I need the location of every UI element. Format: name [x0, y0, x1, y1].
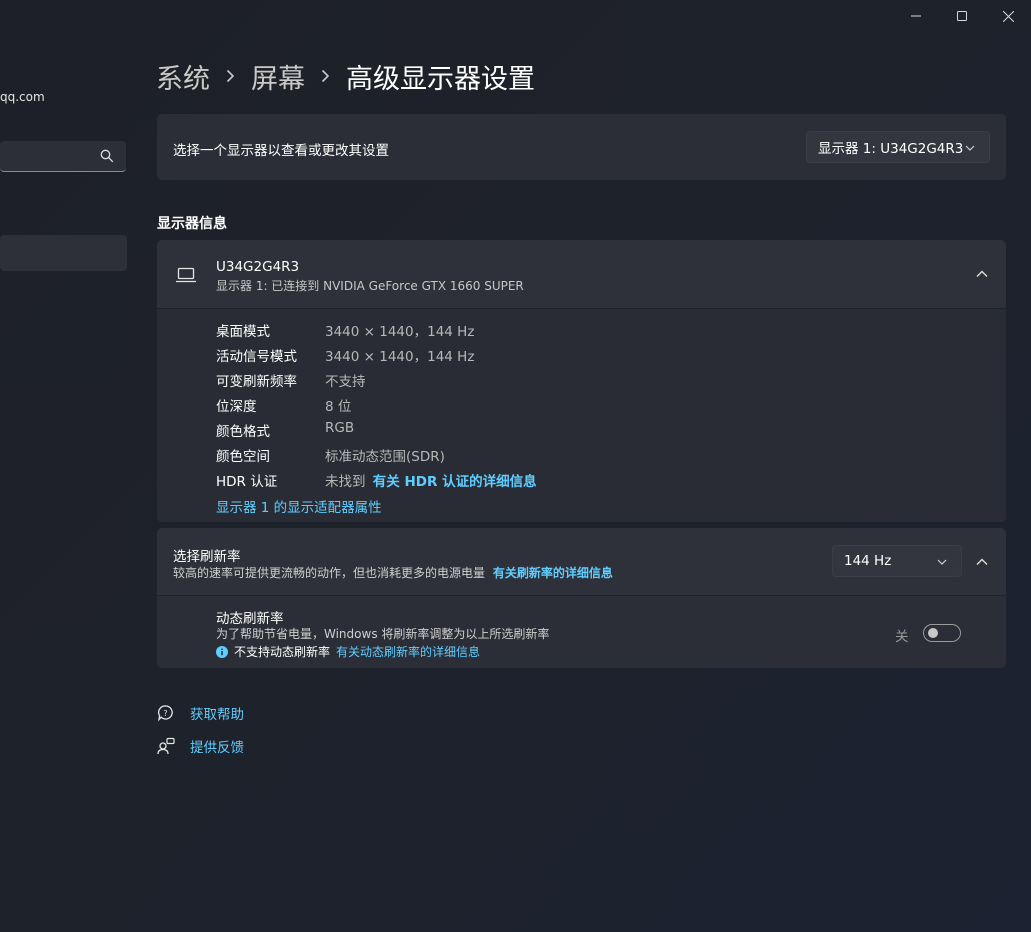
get-help-link[interactable]: ? 获取帮助: [157, 703, 244, 723]
display-info-expander[interactable]: U34G2G4R3 显示器 1: 已连接到 NVIDIA GeForce GTX…: [157, 240, 1006, 308]
info-label-color-space: 颜色空间: [216, 449, 270, 465]
give-feedback-link[interactable]: 提供反馈: [157, 736, 244, 756]
search-input[interactable]: [0, 141, 126, 172]
maximize-icon: [957, 11, 967, 21]
info-label-vrr: 可变刷新频率: [216, 374, 297, 390]
breadcrumb-item-display[interactable]: 屏幕: [251, 57, 305, 96]
dynamic-refresh-desc: 为了帮助节省电量，Windows 将刷新率调整为以上所选刷新率: [216, 627, 550, 641]
info-label-bit-depth: 位深度: [216, 399, 257, 415]
chevron-right-icon: [321, 69, 330, 83]
chevron-down-icon: [965, 145, 975, 151]
dynamic-refresh-rate-panel: 动态刷新率 为了帮助节省电量，Windows 将刷新率调整为以上所选刷新率 不支…: [157, 596, 1006, 668]
breadcrumb: 系统 屏幕 高级显示器设置: [156, 56, 535, 96]
info-icon: [216, 645, 228, 658]
hdr-info-link[interactable]: 有关 HDR 认证的详细信息: [373, 474, 537, 490]
give-feedback-label: 提供反馈: [190, 740, 244, 756]
info-label-active-signal: 活动信号模式: [216, 349, 297, 365]
display-select-card: 选择一个显示器以查看或更改其设置 显示器 1: U34G2G4R3: [157, 114, 1006, 180]
info-value-hdr: 未找到 有关 HDR 认证的详细信息: [325, 470, 537, 490]
toggle-state-label: 关: [895, 629, 909, 645]
refresh-rate-info-link[interactable]: 有关刷新率的详细信息: [493, 566, 613, 580]
chevron-right-icon: [226, 69, 235, 83]
page-title: 高级显示器设置: [346, 63, 535, 95]
maximize-button[interactable]: [939, 0, 985, 32]
display-select-label: 选择一个显示器以查看或更改其设置: [173, 143, 389, 159]
dynamic-refresh-title: 动态刷新率: [216, 611, 284, 627]
hdr-status: 未找到: [325, 474, 366, 490]
search-icon[interactable]: [100, 149, 114, 163]
refresh-rate-desc-text: 较高的速率可提供更流畅的动作，但也消耗更多的电源电量: [173, 566, 486, 580]
info-value-color-space: 标准动态范围(SDR): [325, 449, 445, 465]
display-select-dropdown[interactable]: 显示器 1: U34G2G4R3: [806, 131, 990, 163]
toggle-knob: [928, 628, 938, 638]
laptop-icon: [176, 267, 196, 283]
breadcrumb-item-system[interactable]: 系统: [156, 57, 210, 96]
close-button[interactable]: [985, 0, 1031, 32]
refresh-rate-dropdown[interactable]: 144 Hz: [832, 545, 962, 577]
info-label-color-format: 颜色格式: [216, 424, 270, 440]
minimize-icon: [911, 15, 921, 17]
info-label-desktop-mode: 桌面模式: [216, 324, 270, 340]
display-info-section-title: 显示器信息: [157, 216, 227, 232]
info-value-bit-depth: 8 位: [325, 399, 352, 415]
sidebar-item-selected[interactable]: [0, 235, 127, 271]
monitor-name: U34G2G4R3: [216, 259, 300, 275]
chevron-up-icon[interactable]: [976, 269, 988, 279]
monitor-connection: 显示器 1: 已连接到 NVIDIA GeForce GTX 1660 SUPE…: [216, 279, 524, 293]
refresh-rate-expander: 选择刷新率 较高的速率可提供更流畅的动作，但也消耗更多的电源电量 有关刷新率的详…: [157, 528, 1006, 595]
dynamic-refresh-status: 不支持动态刷新率 有关动态刷新率的详细信息: [216, 643, 480, 660]
chevron-up-icon[interactable]: [976, 557, 988, 567]
account-email: qq.com: [0, 90, 45, 104]
info-value-vrr: 不支持: [325, 374, 366, 390]
refresh-rate-value: 144 Hz: [844, 553, 892, 569]
chevron-down-icon: [937, 559, 947, 565]
info-value-color-format: RGB: [325, 420, 355, 436]
display-select-value: 显示器 1: U34G2G4R3: [818, 141, 964, 157]
dynamic-refresh-unsupported: 不支持动态刷新率: [234, 645, 331, 659]
feedback-icon: [157, 737, 175, 755]
dynamic-refresh-toggle[interactable]: [923, 624, 961, 642]
refresh-rate-title: 选择刷新率: [173, 549, 241, 565]
help-chat-icon: ?: [158, 705, 173, 722]
close-icon: [1002, 10, 1014, 22]
get-help-label: 获取帮助: [190, 707, 244, 723]
info-value-active-signal: 3440 × 1440，144 Hz: [325, 349, 475, 365]
adapter-properties-link[interactable]: 显示器 1 的显示适配器属性: [216, 496, 382, 516]
svg-text:?: ?: [163, 709, 167, 718]
refresh-rate-description: 较高的速率可提供更流畅的动作，但也消耗更多的电源电量 有关刷新率的详细信息: [173, 564, 613, 581]
info-label-hdr: HDR 认证: [216, 474, 278, 490]
dynamic-refresh-info-link[interactable]: 有关动态刷新率的详细信息: [336, 643, 480, 660]
minimize-button[interactable]: [893, 0, 939, 32]
display-info-details: 桌面模式 3440 × 1440，144 Hz 活动信号模式 3440 × 14…: [157, 309, 1006, 522]
info-value-desktop-mode: 3440 × 1440，144 Hz: [325, 324, 475, 340]
